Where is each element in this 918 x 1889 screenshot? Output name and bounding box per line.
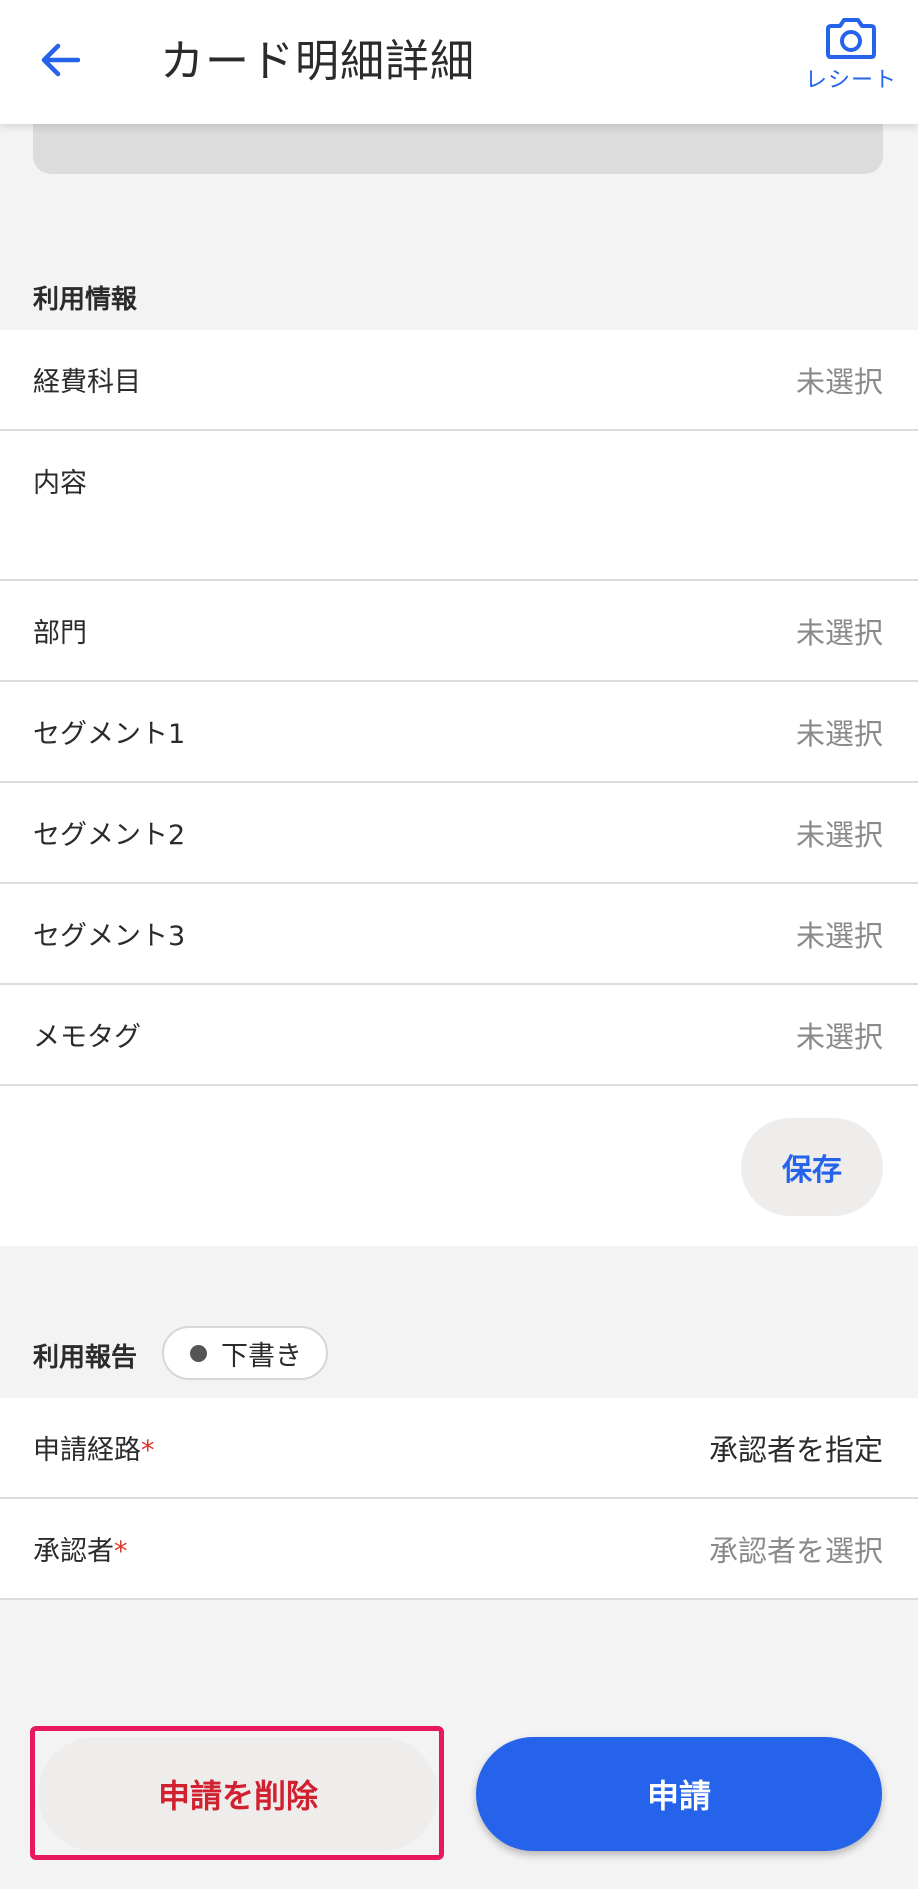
status-badge: 下書き	[162, 1326, 328, 1380]
dot-icon	[190, 1344, 207, 1362]
usage-report-list: 申請経路* 承認者を指定 承認者* 承認者を選択	[0, 1398, 918, 1600]
row-value: 未選択	[795, 1019, 883, 1054]
row-segment-2[interactable]: セグメント2 未選択	[0, 783, 918, 884]
row-content[interactable]: 内容	[0, 431, 918, 581]
row-label-text: 申請経路	[33, 1435, 141, 1466]
row-value: 承認者を指定	[708, 1432, 883, 1467]
row-value: 未選択	[795, 364, 883, 399]
apply-button[interactable]: 申請	[476, 1737, 882, 1851]
usage-info-section-label: 利用情報	[33, 285, 138, 315]
save-area: 保存	[0, 1086, 918, 1246]
row-memo-tag[interactable]: メモタグ 未選択	[0, 985, 918, 1086]
row-department[interactable]: 部門 未選択	[0, 581, 918, 682]
row-label: 内容	[33, 468, 87, 499]
row-expense-account[interactable]: 経費科目 未選択	[0, 330, 918, 431]
row-label: メモタグ	[33, 1022, 141, 1053]
row-label: 経費科目	[33, 367, 141, 398]
row-value: 未選択	[795, 716, 883, 751]
row-label: 申請経路*	[33, 1428, 155, 1467]
row-segment-3[interactable]: セグメント3 未選択	[0, 884, 918, 985]
required-mark: *	[114, 1536, 128, 1567]
back-button[interactable]	[28, 28, 92, 92]
required-mark: *	[141, 1435, 155, 1466]
delete-application-button[interactable]: 申請を削除	[38, 1737, 438, 1851]
app-header: カード明細詳細 レシート	[0, 0, 918, 124]
row-approval-route[interactable]: 申請経路* 承認者を指定	[0, 1398, 918, 1499]
row-segment-1[interactable]: セグメント1 未選択	[0, 682, 918, 783]
row-value: 未選択	[795, 817, 883, 852]
usage-report-section-label: 利用報告	[33, 1343, 138, 1373]
row-value: 未選択	[795, 918, 883, 953]
status-text: 下書き	[221, 1340, 302, 1372]
row-approver[interactable]: 承認者* 承認者を選択	[0, 1499, 918, 1600]
row-value: 未選択	[795, 615, 883, 650]
usage-info-list: 経費科目 未選択 内容 部門 未選択 セグメント1 未選択 セグメント2 未選択…	[0, 330, 918, 1246]
receipt-label: レシート	[804, 68, 897, 93]
row-label: 承認者*	[33, 1529, 128, 1568]
row-label: セグメント3	[33, 921, 186, 952]
row-label: セグメント2	[33, 820, 186, 851]
row-label-text: 承認者	[33, 1536, 114, 1567]
save-button[interactable]: 保存	[741, 1118, 883, 1216]
row-label: 部門	[33, 618, 87, 649]
row-label: セグメント1	[33, 719, 186, 750]
arrow-left-icon	[41, 43, 80, 77]
page-title: カード明細詳細	[160, 36, 475, 87]
row-value: 承認者を選択	[708, 1533, 883, 1568]
receipt-button[interactable]: レシート	[796, 16, 906, 108]
camera-icon	[826, 18, 876, 59]
